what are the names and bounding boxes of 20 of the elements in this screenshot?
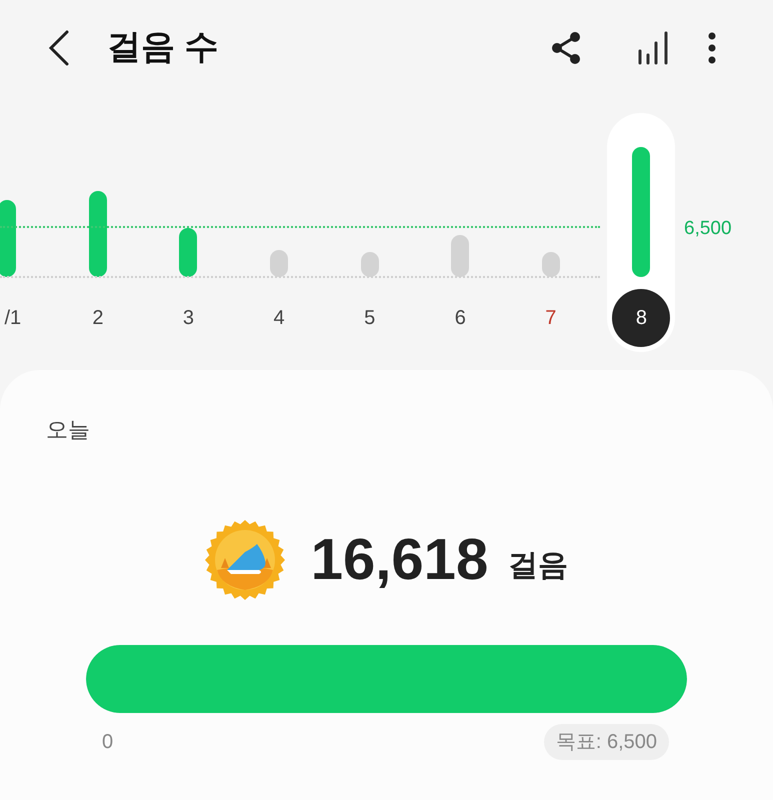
- day-label[interactable]: 7: [545, 303, 556, 333]
- shoe-badge-icon: [204, 520, 285, 600]
- day-label[interactable]: 2: [92, 303, 104, 333]
- day-label[interactable]: 3: [182, 303, 194, 333]
- day-label[interactable]: 4: [274, 303, 285, 333]
- day-label[interactable]: 8: [612, 289, 670, 347]
- step-unit: 걸음: [508, 548, 568, 584]
- back-icon[interactable]: [48, 30, 70, 66]
- goal-value-label: 6,500: [684, 217, 732, 241]
- page-title: 걸음 수: [107, 27, 218, 68]
- step-count: 16,618: [310, 526, 488, 594]
- day-label[interactable]: 5: [364, 303, 376, 333]
- progress-start-label: 0: [102, 730, 114, 755]
- goal-label: 목표: 6,500: [544, 724, 669, 760]
- day-label[interactable]: 6: [454, 303, 466, 333]
- more-icon[interactable]: [708, 32, 716, 64]
- day-label[interactable]: /1: [3, 303, 22, 333]
- share-icon[interactable]: [551, 30, 581, 64]
- selected-day-highlight[interactable]: 8: [607, 113, 676, 352]
- section-heading: 오늘: [46, 416, 91, 444]
